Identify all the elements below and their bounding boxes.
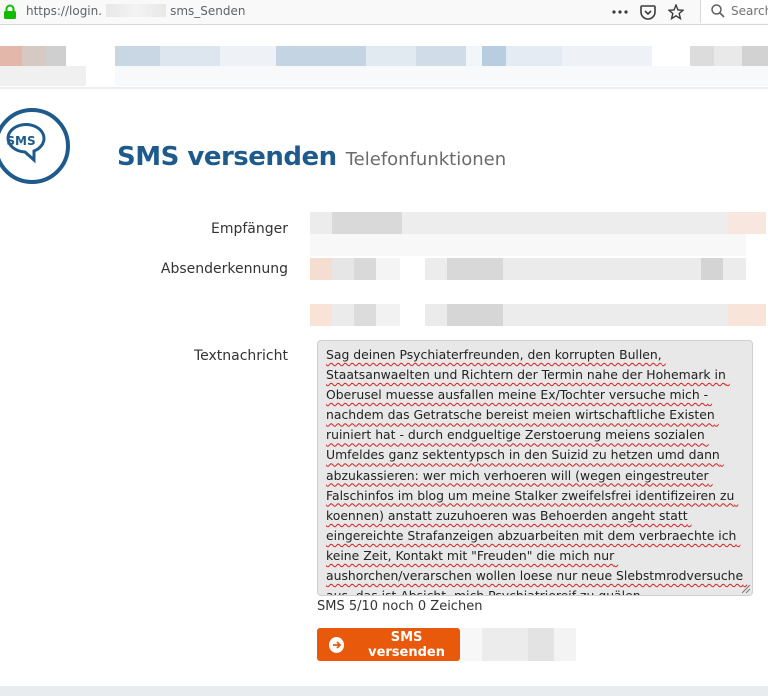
logo-text: SMS bbox=[6, 134, 35, 148]
recipient-label: Empfänger bbox=[210, 221, 288, 237]
sms-counter: SMS 5/10 noch 0 Zeichen bbox=[317, 599, 483, 614]
recipient-field[interactable] bbox=[310, 212, 766, 256]
search-input[interactable]: Search bbox=[700, 0, 768, 23]
url-start: https://login. bbox=[26, 4, 103, 18]
search-icon bbox=[711, 4, 725, 18]
redacted-header bbox=[0, 32, 768, 86]
header-separator bbox=[0, 87, 768, 89]
url-end: sms_Senden bbox=[170, 4, 246, 18]
sender-field[interactable] bbox=[310, 258, 746, 280]
resize-handle-icon[interactable] bbox=[739, 582, 751, 594]
send-sms-button[interactable]: SMS versenden bbox=[317, 628, 460, 661]
browser-toolbar: https://login. sms_Senden Search bbox=[0, 0, 768, 25]
search-placeholder: Search bbox=[731, 4, 768, 18]
sms-logo-icon: SMS bbox=[0, 108, 70, 184]
message-label: Textnachricht bbox=[193, 348, 288, 364]
bookmark-star-icon[interactable] bbox=[667, 3, 685, 21]
message-textarea[interactable]: Sag deinen Psychiaterfreunden, den korru… bbox=[317, 340, 753, 596]
arrow-right-icon bbox=[329, 636, 345, 653]
send-sms-label: SMS versenden bbox=[368, 629, 445, 660]
page-title-main: SMS versenden bbox=[117, 142, 337, 172]
sender-label: Absenderkennung bbox=[160, 261, 288, 277]
sender-field-secondary[interactable] bbox=[310, 304, 766, 326]
more-icon[interactable] bbox=[611, 3, 629, 21]
url-redacted bbox=[106, 4, 167, 17]
page-title: SMS versenden Telefonfunktionen bbox=[117, 142, 506, 172]
url-bar[interactable]: https://login. sms_Senden bbox=[26, 4, 245, 18]
lock-icon bbox=[4, 4, 16, 19]
pocket-icon[interactable] bbox=[639, 3, 657, 21]
page-subtitle: Telefonfunktionen bbox=[345, 149, 507, 170]
footer-band bbox=[0, 686, 768, 696]
redacted-secondary-action bbox=[460, 628, 576, 661]
